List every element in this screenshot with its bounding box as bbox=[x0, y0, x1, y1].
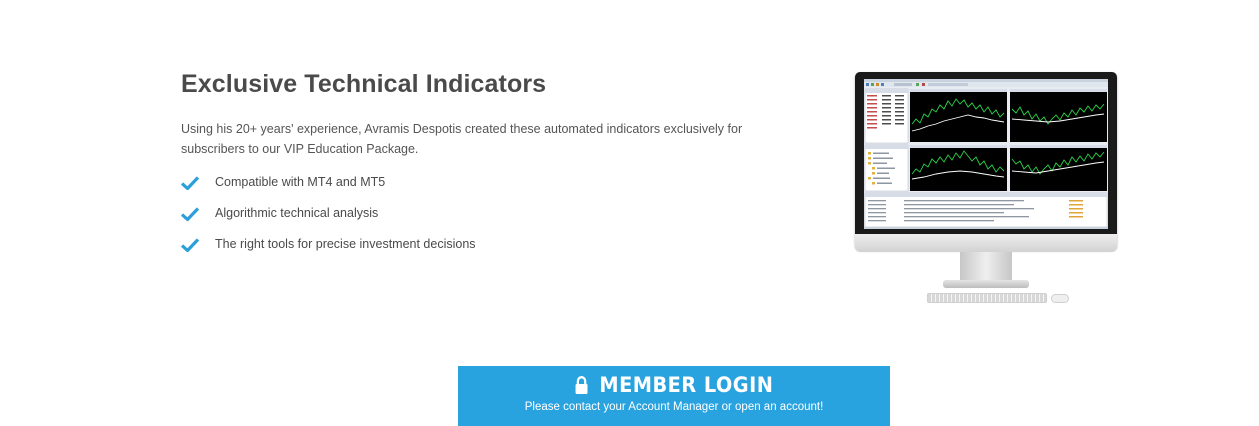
feature-text: The right tools for precise investment d… bbox=[215, 237, 476, 251]
member-login-button[interactable]: MEMBER LOGIN Please contact your Account… bbox=[458, 366, 890, 426]
trading-platform-screenshot bbox=[864, 79, 1108, 229]
member-login-label: MEMBER LOGIN bbox=[599, 373, 774, 397]
member-login-subtitle: Please contact your Account Manager or o… bbox=[524, 401, 824, 413]
feature-text: Compatible with MT4 and MT5 bbox=[215, 175, 386, 189]
trading-platform-screen bbox=[864, 79, 1108, 229]
monitor-base bbox=[943, 280, 1029, 288]
checkmark-icon bbox=[181, 238, 199, 252]
feature-text: Algorithmic technical analysis bbox=[215, 206, 379, 220]
lock-icon bbox=[575, 376, 588, 394]
keyboard bbox=[927, 293, 1047, 303]
checkmark-icon bbox=[181, 176, 199, 190]
monitor-illustration bbox=[855, 72, 1117, 307]
member-login-title: MEMBER LOGIN bbox=[475, 373, 872, 397]
section-description: Using his 20+ years' experience, Avramis… bbox=[181, 122, 743, 156]
mouse bbox=[1051, 294, 1069, 303]
checkmark-icon bbox=[181, 207, 199, 221]
monitor-chin bbox=[855, 234, 1117, 252]
section-title: Exclusive Technical Indicators bbox=[181, 70, 547, 98]
